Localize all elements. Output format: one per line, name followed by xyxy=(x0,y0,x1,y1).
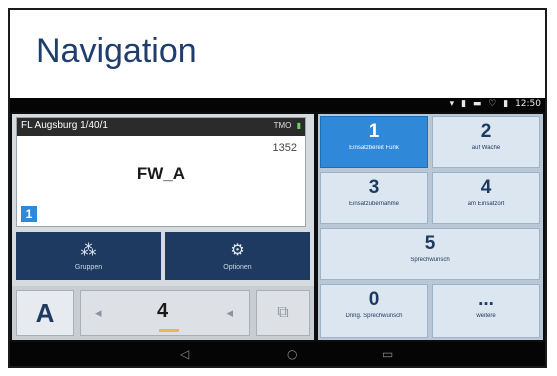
bottom-controls: A ◂ 4 ◂ ⧉ xyxy=(12,286,314,340)
key-3[interactable]: 3 Einsatzübernahme xyxy=(320,172,428,224)
battery-icon: ▮ xyxy=(503,99,509,109)
key-4[interactable]: 4 am Einsatzort xyxy=(432,172,540,224)
status-keypad: 1 Einsatzbereit Funk 2 auf Wache 3 Einsa… xyxy=(318,114,543,340)
volume-down-icon[interactable]: ◂ xyxy=(95,305,102,321)
volume-level-bar xyxy=(159,329,179,332)
key-number: 3 xyxy=(368,177,380,198)
issi-number: 1352 xyxy=(272,142,297,154)
key-1[interactable]: 1 Einsatzbereit Funk xyxy=(320,116,428,168)
groups-label: Gruppen xyxy=(74,264,103,271)
messages-button[interactable]: ⧉ xyxy=(256,290,310,336)
options-label: Optionen xyxy=(223,264,252,271)
status-time: 12:50 xyxy=(515,99,541,109)
key-number: ... xyxy=(478,289,494,310)
network-label: TMO xyxy=(273,121,292,130)
key-more[interactable]: ... weitere xyxy=(432,284,540,338)
wrench-icon: ⚙ xyxy=(230,242,245,259)
status-icons: ▾ ▮ ▬ ♡ ▮ 12:50 xyxy=(446,99,541,109)
key-number: 2 xyxy=(480,121,492,142)
key-label: Einsatzübernahme xyxy=(348,201,400,207)
signal-icon: ▮ xyxy=(461,99,467,109)
groups-icon: ⁂ xyxy=(80,242,97,259)
key-number: 0 xyxy=(368,289,380,310)
key-label: Sprechwunsch xyxy=(410,257,450,263)
volume-value: 4 xyxy=(157,300,169,322)
key-number: 1 xyxy=(368,121,380,142)
group-card[interactable]: FL Augsburg 1/40/1 TMO ▮ 1352 FW_A 1 xyxy=(16,117,306,227)
brand-logo-button[interactable]: A xyxy=(16,290,74,336)
device-screenshot: ▾ ▮ ▬ ♡ ▮ 12:50 FL Augsburg 1/40/1 TMO ▮… xyxy=(10,98,545,366)
key-5[interactable]: 5 Sprechwunsch xyxy=(320,228,540,280)
slide-title: Navigation xyxy=(36,32,197,70)
back-icon[interactable]: ◁ xyxy=(180,347,189,361)
volume-control: ◂ 4 ◂ xyxy=(80,290,250,336)
key-2[interactable]: 2 auf Wache xyxy=(432,116,540,168)
status-bar: ▾ ▮ ▬ ♡ ▮ 12:50 xyxy=(10,98,545,112)
android-nav-bar: ◁ ○ ▭ xyxy=(10,342,545,366)
mail-icon: ▬ xyxy=(472,99,482,109)
key-label: auf Wache xyxy=(471,145,501,151)
key-number: 5 xyxy=(424,233,436,254)
options-button[interactable]: ⚙ Optionen xyxy=(165,232,310,280)
key-label: Einsatzbereit Funk xyxy=(349,145,399,151)
talkgroup-name: FW_A xyxy=(136,164,186,183)
battery-icon: ▮ xyxy=(296,121,301,130)
key-0[interactable]: 0 Dring. Sprechwunsch xyxy=(320,284,428,338)
key-label: weitere xyxy=(476,313,496,319)
group-card-header: FL Augsburg 1/40/1 TMO ▮ xyxy=(17,118,305,136)
key-label: am Einsatzort xyxy=(467,201,505,207)
network-status: TMO ▮ xyxy=(274,121,301,130)
key-number: 4 xyxy=(480,177,492,198)
key-label: Dring. Sprechwunsch xyxy=(345,313,403,319)
status-badge: 1 xyxy=(21,206,37,222)
location-icon: ▾ xyxy=(449,99,455,109)
group-title: FL Augsburg 1/40/1 xyxy=(21,120,108,131)
slide: Navigation ▾ ▮ ▬ ♡ ▮ 12:50 FL Augsburg 1… xyxy=(8,8,547,368)
volume-up-icon[interactable]: ◂ xyxy=(226,305,233,321)
left-panel: FL Augsburg 1/40/1 TMO ▮ 1352 FW_A 1 ⁂ G… xyxy=(12,114,314,340)
home-icon[interactable]: ○ xyxy=(287,347,297,361)
recent-apps-icon[interactable]: ▭ xyxy=(382,347,393,361)
alarm-icon: ♡ xyxy=(488,99,497,109)
groups-button[interactable]: ⁂ Gruppen xyxy=(16,232,161,280)
